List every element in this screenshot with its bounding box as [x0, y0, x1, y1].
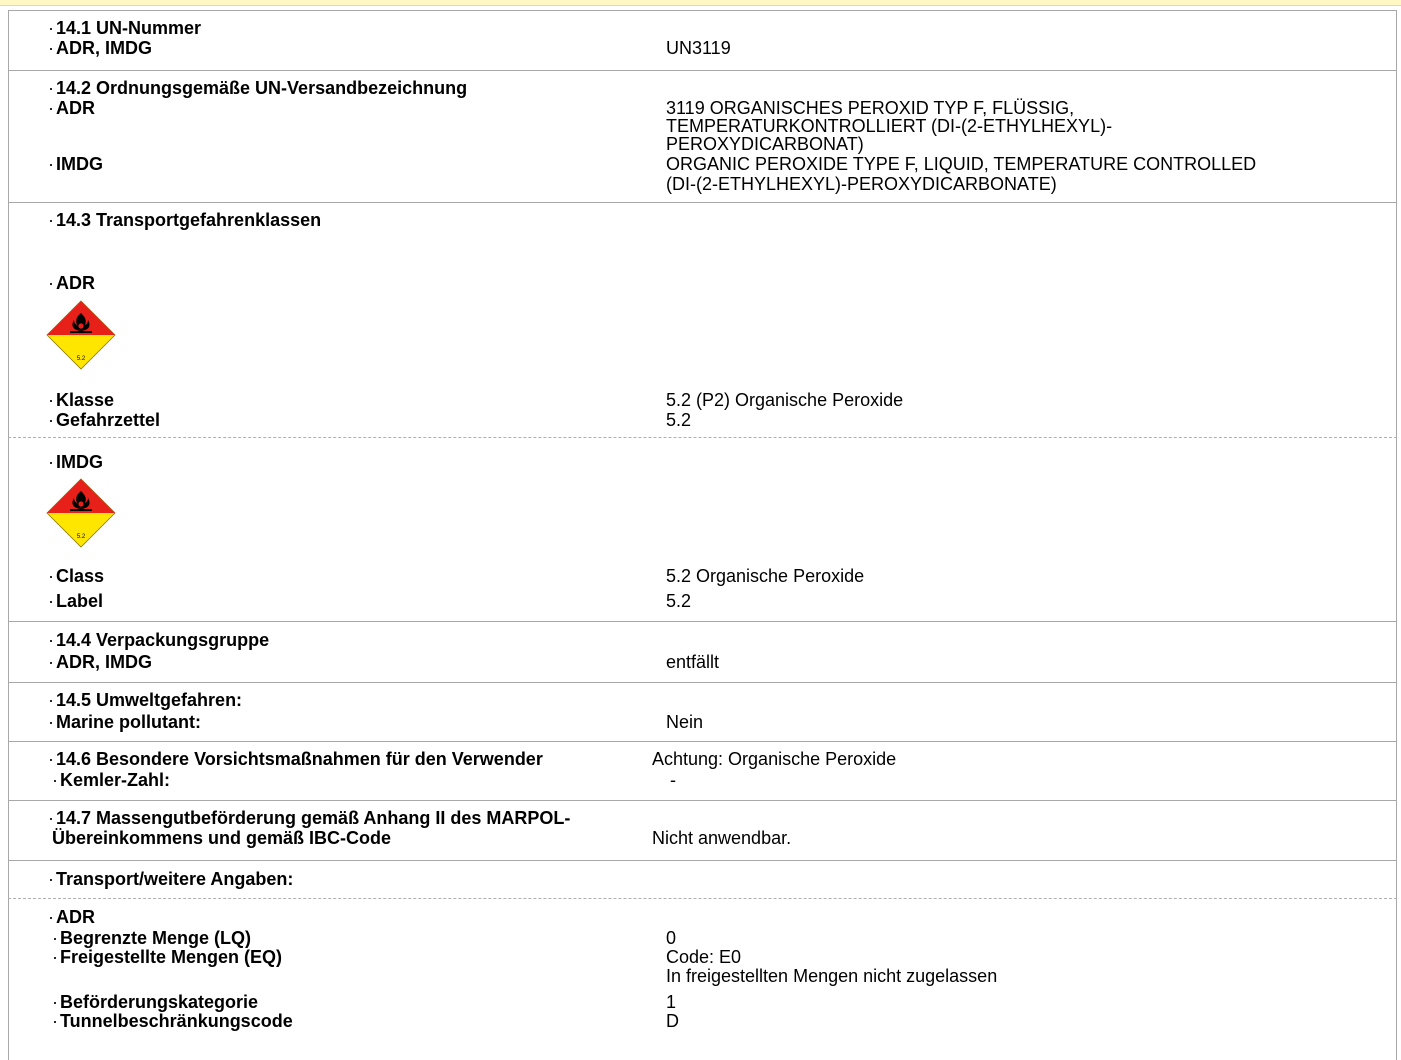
- section-14-4-value: entfällt: [666, 652, 720, 672]
- section-14-1-title: 14.1 UN-Nummer: [48, 18, 201, 38]
- transport-row-label: Freigestellte Mengen (EQ): [52, 947, 282, 967]
- transport-row-label: Begrenzte Menge (LQ): [52, 928, 251, 948]
- divider: [8, 202, 1397, 203]
- section-14-2-imdg-line1: ORGANIC PEROXIDE TYPE F, LIQUID, TEMPERA…: [666, 154, 1257, 174]
- section-14-1-value: UN3119: [666, 38, 731, 58]
- section-14-2-adr-label: ADR: [48, 98, 95, 118]
- transport-row-value: D: [666, 1011, 679, 1031]
- section-14-4-title: 14.4 Verpackungsgruppe: [48, 630, 269, 650]
- transport-row-label: Beförderungskategorie: [52, 992, 258, 1012]
- transport-row-value: 0: [666, 928, 677, 948]
- dashed-divider: [8, 898, 1397, 899]
- section-14-7-value: Nicht anwendbar.: [652, 828, 792, 848]
- divider: [8, 70, 1397, 71]
- section-14-2-imdg-line2: (DI-(2-ETHYLHEXYL)-PEROXYDICARBONATE): [666, 174, 1057, 194]
- section-14-2-imdg-label: IMDG: [48, 154, 103, 174]
- section-transport-title: Transport/weitere Angaben:: [48, 869, 293, 889]
- section-14-5-title: 14.5 Umweltgefahren:: [48, 690, 242, 710]
- divider: [8, 621, 1397, 622]
- section-14-3-imdg-tag-label: Label: [48, 591, 103, 611]
- section-14-3-imdg-tag-value: 5.2: [666, 591, 692, 611]
- section-14-3-title: 14.3 Transportgefahrenklassen: [48, 210, 321, 230]
- divider: [8, 800, 1397, 801]
- divider: [8, 682, 1397, 683]
- section-14-1-label: ADR, IMDG: [48, 38, 152, 58]
- section-14-2-adr-line2: TEMPERATURKONTROLLIERT (DI-(2-ETHYLHEXYL…: [666, 116, 1113, 136]
- transport-row-value: 1: [666, 992, 677, 1012]
- section-14-6-label: Kemler-Zahl:: [52, 770, 170, 790]
- pictogram-number: 5.2: [77, 356, 86, 362]
- section-14-2-title: 14.2 Ordnungsgemäße UN-Versandbezeichnun…: [48, 78, 467, 98]
- transport-row-value: Code: E0: [666, 947, 742, 967]
- section-14-3-adr-tag-value: 5.2: [666, 410, 692, 430]
- header-band: [0, 0, 1401, 6]
- dashed-divider: [8, 437, 1397, 438]
- section-14-7-title-line2: Übereinkommens und gemäß IBC-Code: [52, 828, 392, 848]
- transport-row-value-line2: In freigestellten Mengen nicht zugelasse…: [666, 966, 998, 986]
- section-transport-adr-label: ADR: [48, 907, 95, 927]
- section-14-3-imdg-class-value: 5.2 Organische Peroxide: [666, 566, 865, 586]
- transport-row-label: Tunnelbeschränkungscode: [52, 1011, 293, 1031]
- section-14-3-adr-label: ADR: [48, 273, 95, 293]
- section-14-3-imdg-class-label: Class: [48, 566, 104, 586]
- section-14-2-adr-line3: PEROXYDICARBONAT): [666, 134, 864, 154]
- section-14-4-label: ADR, IMDG: [48, 652, 152, 672]
- section-14-5-value: Nein: [666, 712, 704, 732]
- section-14-3-adr-tag-label: Gefahrzettel: [48, 410, 160, 430]
- section-14-7-title-line1: 14.7 Massengutbeförderung gemäß Anhang I…: [48, 808, 570, 828]
- divider: [8, 860, 1397, 861]
- section-14-3-adr-class-value: 5.2 (P2) Organische Peroxide: [666, 390, 904, 410]
- section-14-5-label: Marine pollutant:: [48, 712, 201, 732]
- organic-peroxide-pictogram-icon: 5.2: [46, 478, 116, 548]
- section-14-2-adr-line1: 3119 ORGANISCHES PEROXID TYP F, FLÜSSIG,: [666, 98, 1075, 118]
- section-14-3-adr-class-label: Klasse: [48, 390, 114, 410]
- organic-peroxide-pictogram-icon: 5.2: [46, 300, 116, 370]
- section-14-3-imdg-label: IMDG: [48, 452, 103, 472]
- section-14-6-title: 14.6 Besondere Vorsichtsmaßnahmen für de…: [48, 749, 543, 769]
- section-14-6-value: -: [670, 770, 676, 790]
- section-14-6-title-value: Achtung: Organische Peroxide: [652, 749, 897, 769]
- divider: [8, 741, 1397, 742]
- pictogram-number: 5.2: [77, 534, 86, 540]
